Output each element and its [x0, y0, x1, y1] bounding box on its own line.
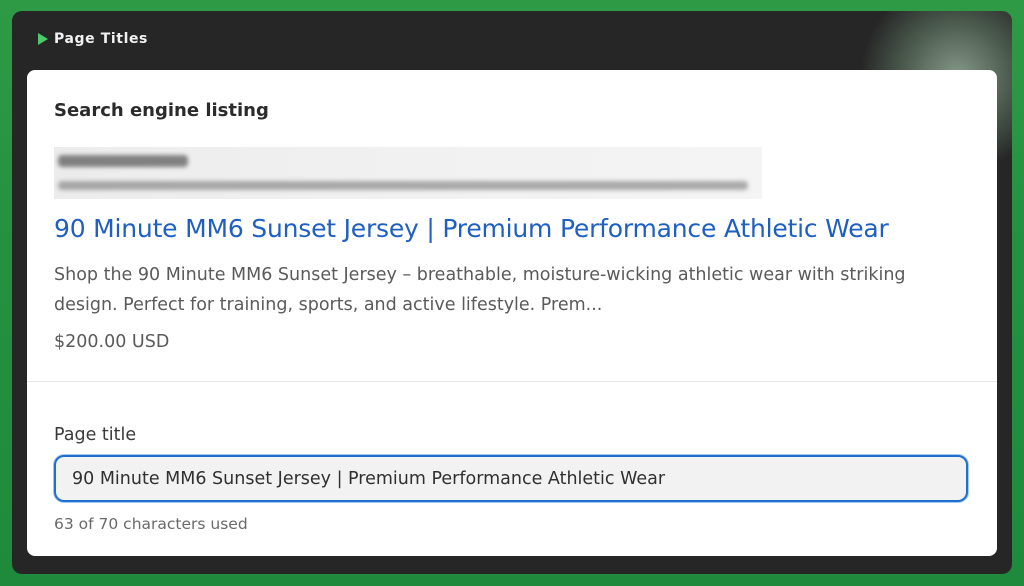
section-divider	[27, 381, 997, 382]
search-engine-listing-heading: Search engine listing	[54, 100, 269, 121]
blurred-store-name	[58, 155, 188, 167]
listing-price: $200.00 USD	[54, 332, 170, 352]
play-triangle-icon	[38, 33, 48, 45]
panel-header: Page Titles	[38, 29, 148, 49]
seo-card: Search engine listing 90 Minute MM6 Suns…	[27, 70, 997, 556]
listing-description: Shop the 90 Minute MM6 Sunset Jersey – b…	[54, 265, 906, 315]
listing-title-link[interactable]: 90 Minute MM6 Sunset Jersey | Premium Pe…	[54, 214, 889, 243]
panel-title: Page Titles	[54, 31, 148, 47]
blurred-breadcrumb-url	[54, 147, 762, 199]
page-titles-panel: Page Titles Search engine listing 90 Min…	[12, 11, 1012, 574]
page-title-label: Page title	[54, 425, 137, 445]
page-title-input[interactable]	[54, 455, 968, 502]
blurred-url-path	[58, 181, 748, 190]
character-count: 63 of 70 characters used	[54, 515, 248, 533]
